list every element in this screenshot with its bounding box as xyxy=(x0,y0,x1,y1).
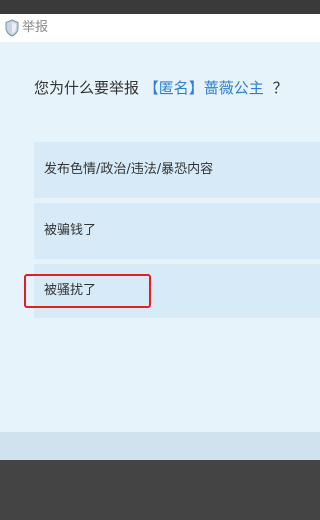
reported-user-name[interactable]: 【匿名】蔷薇公主 xyxy=(144,79,264,97)
report-option-scammed[interactable]: 被骗钱了 xyxy=(34,203,320,259)
option-label: 发布色情/政治/违法/暴恐内容 xyxy=(44,162,214,177)
top-dark-strip xyxy=(0,0,320,14)
report-question: 您为什么要举报 【匿名】蔷薇公主 ？ xyxy=(34,78,288,98)
window-title: 举报 xyxy=(22,20,49,35)
option-label: 被骗钱了 xyxy=(44,223,97,238)
report-window: 举报 您为什么要举报 【匿名】蔷薇公主 ？ 发布色情/政治/违法/暴恐内容 被骗… xyxy=(0,14,320,460)
title-bar: 举报 xyxy=(0,14,320,42)
report-option-illegal-content[interactable]: 发布色情/政治/违法/暴恐内容 xyxy=(34,142,320,198)
question-prefix: 您为什么要举报 xyxy=(34,79,140,97)
bottom-dark-area xyxy=(0,460,320,520)
selection-highlight-box xyxy=(24,274,151,308)
shield-icon xyxy=(4,19,20,37)
window-footer xyxy=(0,432,320,460)
question-mark: ？ xyxy=(272,79,288,97)
